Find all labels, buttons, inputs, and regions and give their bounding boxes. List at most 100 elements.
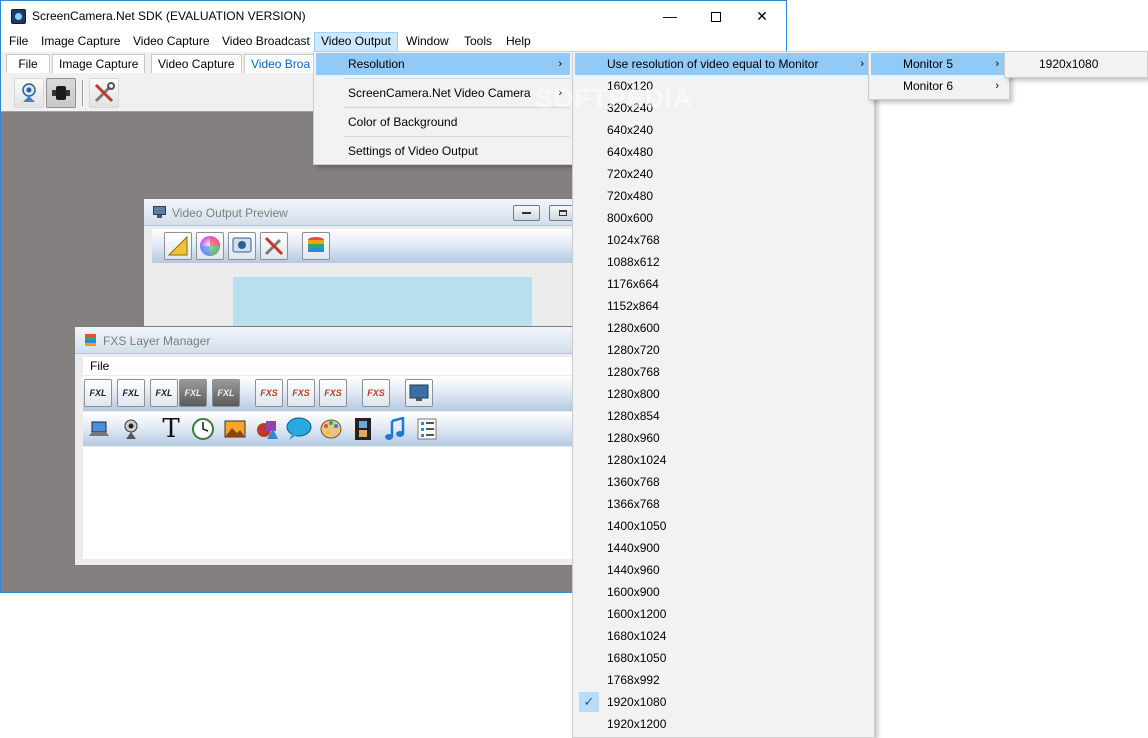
fxl-save-button[interactable]: FXL: [179, 379, 207, 407]
minimize-button[interactable]: —: [647, 1, 693, 31]
tab-video-broadcast[interactable]: Video Broa: [244, 54, 318, 73]
menu-video-broadcast[interactable]: Video Broadcast: [215, 32, 317, 52]
menu-item-color-of-background[interactable]: Color of Background: [316, 111, 570, 133]
fxs-new-button[interactable]: FXS: [255, 379, 283, 407]
resolution-item[interactable]: 1360x768: [575, 471, 872, 493]
preview-minimize-button[interactable]: [513, 205, 540, 221]
resolution-item[interactable]: 1280x800: [575, 383, 872, 405]
menu-file[interactable]: File: [2, 32, 35, 52]
maximize-button[interactable]: [693, 1, 739, 31]
add-video-layer-button[interactable]: [349, 415, 377, 443]
menu-item-settings-of-video-output[interactable]: Settings of Video Output: [316, 140, 570, 162]
restore-icon: [559, 210, 567, 216]
resolution-item[interactable]: 720x240: [575, 163, 872, 185]
resolution-item[interactable]: 1400x1050: [575, 515, 872, 537]
resolution-item[interactable]: 1440x900: [575, 537, 872, 559]
fxs-open-button[interactable]: FXS: [319, 379, 347, 407]
add-webcam-layer-button[interactable]: [117, 415, 145, 443]
fxs-edit-button[interactable]: FXS: [287, 379, 315, 407]
resolution-item[interactable]: 1600x900: [575, 581, 872, 603]
webcam-settings-button[interactable]: [228, 232, 256, 260]
title-bar: ScreenCamera.Net SDK (EVALUATION VERSION…: [1, 1, 786, 32]
menu-window[interactable]: Window: [399, 32, 456, 52]
resolution-item[interactable]: 1680x1050: [575, 647, 872, 669]
monitor-resolution-item[interactable]: 1920x1080: [1007, 53, 1145, 75]
resolution-item[interactable]: 720x480: [575, 185, 872, 207]
fxl-edit-button[interactable]: FXL: [117, 379, 145, 407]
webcam-icon: [232, 237, 252, 253]
color-wheel-icon: [200, 236, 220, 256]
tab-video-capture[interactable]: Video Capture: [151, 54, 242, 73]
menu-help[interactable]: Help: [499, 32, 538, 52]
menu-item-monitor-6[interactable]: Monitor 6 ›: [871, 75, 1007, 97]
monitor-icon: [153, 206, 166, 218]
resolution-item[interactable]: 1600x1200: [575, 603, 872, 625]
speech-bubble-icon: [286, 417, 312, 440]
resolution-item[interactable]: 640x480: [575, 141, 872, 163]
fxl-open-button[interactable]: FXL: [150, 379, 178, 407]
menu-item-resolution[interactable]: Resolution ›: [316, 53, 570, 75]
menu-video-output[interactable]: Video Output: [314, 32, 398, 52]
add-text-layer-button[interactable]: T: [157, 414, 185, 444]
preview-tools-button[interactable]: [260, 232, 288, 260]
resolution-item[interactable]: 1366x768: [575, 493, 872, 515]
resolution-item[interactable]: 1280x600: [575, 317, 872, 339]
fxl-save-as-button[interactable]: FXL: [212, 379, 240, 407]
resolution-item[interactable]: 1440x960: [575, 559, 872, 581]
fxs-play-button[interactable]: FXS: [362, 379, 390, 407]
fxl-new-button[interactable]: FXL: [84, 379, 112, 407]
add-paint-layer-button[interactable]: [317, 415, 345, 443]
menu-item-label: ScreenCamera.Net Video Camera: [348, 86, 531, 100]
resolution-item[interactable]: 1680x1024: [575, 625, 872, 647]
resolution-item[interactable]: 1280x960: [575, 427, 872, 449]
menu-tools[interactable]: Tools: [457, 32, 499, 52]
video-camera-button[interactable]: [46, 78, 76, 108]
resolution-item[interactable]: 1088x612: [575, 251, 872, 273]
video-output-dropdown: Resolution › ScreenCamera.Net Video Camer…: [313, 51, 573, 165]
resolution-item[interactable]: 1024x768: [575, 229, 872, 251]
ruler-button[interactable]: [164, 232, 192, 260]
fxs-display-button[interactable]: [405, 379, 433, 407]
add-image-layer-button[interactable]: [221, 415, 249, 443]
add-audio-layer-button[interactable]: [381, 415, 409, 443]
resolution-item-checked[interactable]: ✓ 1920x1080: [575, 691, 872, 713]
camcorder-icon: [52, 86, 70, 100]
menu-item-label: Monitor 5: [903, 57, 954, 71]
tab-image-capture[interactable]: Image Capture: [52, 54, 146, 73]
menu-item-use-monitor-resolution[interactable]: Use resolution of video equal to Monitor…: [575, 53, 872, 75]
color-wheel-button[interactable]: [196, 232, 224, 260]
tab-file[interactable]: File: [6, 54, 50, 73]
menu-item-monitor-5[interactable]: Monitor 5 ›: [871, 53, 1007, 75]
resolution-item[interactable]: 1280x720: [575, 339, 872, 361]
add-screen-layer-button[interactable]: [85, 415, 113, 443]
menu-item-video-camera[interactable]: ScreenCamera.Net Video Camera ›: [316, 82, 570, 104]
resolution-item[interactable]: 1152x864: [575, 295, 872, 317]
menu-image-capture[interactable]: Image Capture: [34, 32, 127, 52]
resolution-item[interactable]: 1920x1200: [575, 713, 872, 735]
layer-list-area[interactable]: [83, 447, 575, 559]
resolution-item[interactable]: 640x240: [575, 119, 872, 141]
resolution-item[interactable]: 1280x854: [575, 405, 872, 427]
layer-list-button[interactable]: [413, 415, 441, 443]
resolution-item[interactable]: 800x600: [575, 207, 872, 229]
tools-button[interactable]: [89, 78, 119, 108]
clock-icon: [192, 418, 214, 440]
add-shapes-layer-button[interactable]: [253, 415, 281, 443]
menu-video-capture[interactable]: Video Capture: [126, 32, 217, 52]
fxs-edit-icon: FXS: [292, 388, 310, 398]
webcam-capture-button[interactable]: [14, 78, 44, 108]
add-balloon-layer-button[interactable]: [285, 415, 313, 443]
film-strip-icon: [355, 418, 371, 440]
fxs-menu-file[interactable]: File: [90, 359, 109, 373]
add-clock-layer-button[interactable]: [189, 415, 217, 443]
fxl-new-icon: FXL: [89, 388, 107, 398]
resolution-item[interactable]: 1280x768: [575, 361, 872, 383]
close-button[interactable]: ✕: [739, 1, 785, 31]
resolution-item[interactable]: 1280x1024: [575, 449, 872, 471]
menu-separator: [344, 78, 570, 79]
preview-canvas[interactable]: [233, 277, 532, 333]
resolution-item[interactable]: 1768x992: [575, 669, 872, 691]
layers-button[interactable]: [302, 232, 330, 260]
video-output-preview-window: Video Output Preview: [143, 198, 576, 333]
resolution-item[interactable]: 1176x664: [575, 273, 872, 295]
